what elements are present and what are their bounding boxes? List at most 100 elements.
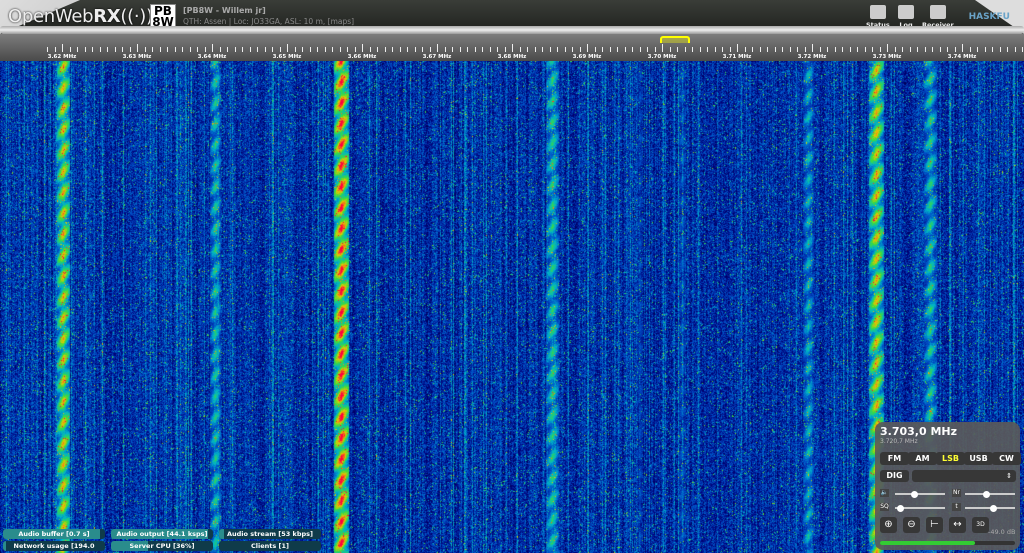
3d-view-icon[interactable]: 3D bbox=[972, 517, 989, 533]
zoom-in-icon[interactable]: ⊕ bbox=[880, 517, 897, 533]
slider-knob[interactable] bbox=[983, 490, 990, 498]
mode-lsb-button[interactable]: LSB bbox=[936, 452, 965, 465]
digital-mode-select[interactable]: ⇕ bbox=[912, 470, 1016, 482]
scale-tick bbox=[992, 47, 993, 52]
logo-text: OpenWeb bbox=[8, 6, 94, 27]
scale-tick bbox=[489, 47, 491, 52]
scale-tick bbox=[54, 47, 56, 52]
scale-tick bbox=[69, 47, 71, 52]
scale-tick bbox=[707, 47, 708, 52]
scale-tick bbox=[722, 47, 723, 52]
waterfall-scroll-slider[interactable] bbox=[0, 26, 1024, 34]
scale-tick bbox=[362, 44, 363, 52]
waterfall-display[interactable] bbox=[0, 61, 1024, 553]
zoom-to-band-icon[interactable]: ⊢ bbox=[926, 517, 943, 533]
scale-label: 3.73 MHz bbox=[872, 54, 902, 60]
scale-tick bbox=[617, 47, 618, 52]
scale-tick bbox=[384, 47, 386, 52]
scale-tick bbox=[369, 47, 371, 52]
scale-tick bbox=[947, 47, 948, 52]
scale-tick bbox=[212, 44, 213, 52]
scale-tick bbox=[377, 47, 378, 52]
slider-knob[interactable] bbox=[897, 504, 905, 512]
scale-tick bbox=[819, 47, 821, 52]
scale-tick bbox=[279, 47, 281, 52]
scale-label: 3.70 MHz bbox=[647, 54, 677, 60]
slider-knob[interactable] bbox=[989, 504, 997, 512]
scale-tick bbox=[932, 47, 933, 52]
scale-tick bbox=[804, 47, 806, 52]
volume-slider[interactable] bbox=[895, 490, 945, 498]
scale-tick bbox=[182, 47, 183, 52]
scale-tick bbox=[144, 47, 146, 52]
mode-am-button[interactable]: AM bbox=[908, 452, 937, 465]
status-bar-fill bbox=[219, 529, 225, 539]
scale-tick bbox=[392, 47, 393, 52]
passband-marker[interactable] bbox=[660, 36, 690, 43]
scale-label: 3.69 MHz bbox=[572, 54, 602, 60]
scale-tick bbox=[587, 44, 588, 52]
scale-tick bbox=[1022, 47, 1023, 52]
scale-tick bbox=[729, 47, 731, 52]
squelch-slider[interactable] bbox=[895, 504, 945, 512]
scale-label: 3.67 MHz bbox=[422, 54, 452, 60]
scale-tick bbox=[429, 47, 431, 52]
receiver-description: QTH: Assen | Loc: JO33GA, ASL: 10 m, [ma… bbox=[183, 17, 355, 26]
scale-tick bbox=[452, 47, 453, 52]
scale-tick bbox=[647, 47, 648, 52]
squelch-icon: SQ bbox=[880, 503, 889, 511]
scale-label: 3.65 MHz bbox=[272, 54, 302, 60]
scale-tick bbox=[999, 47, 1001, 52]
scale-tick bbox=[632, 47, 633, 52]
scale-tick bbox=[512, 44, 513, 52]
scale-tick bbox=[84, 47, 86, 52]
scale-tick bbox=[302, 47, 303, 52]
scale-tick bbox=[842, 47, 843, 52]
center-frequency: 3.720,7 MHz bbox=[880, 438, 918, 445]
scale-label: 3.74 MHz bbox=[947, 54, 977, 60]
scale-tick bbox=[984, 47, 986, 52]
zoom-to-passband-icon[interactable]: ↔ bbox=[949, 517, 966, 533]
waterfall-level-slider[interactable] bbox=[965, 504, 1015, 512]
scale-tick bbox=[174, 47, 176, 52]
slider-knob[interactable] bbox=[910, 490, 918, 498]
status-bar-label: Network usage [194.0 kbps] bbox=[13, 542, 95, 550]
scale-tick bbox=[107, 47, 108, 52]
scale-tick bbox=[242, 47, 243, 52]
scale-tick bbox=[602, 47, 603, 52]
mode-fm-button[interactable]: FM bbox=[880, 452, 909, 465]
scale-tick bbox=[782, 47, 783, 52]
mode-dig-button[interactable]: DIG bbox=[880, 470, 909, 482]
scale-tick bbox=[737, 44, 738, 52]
scale-tick bbox=[887, 44, 888, 52]
scale-tick bbox=[677, 47, 678, 52]
status-bar: Audio output [44.1 ksps] bbox=[111, 529, 213, 539]
scale-tick bbox=[654, 47, 656, 52]
scale-tick bbox=[257, 47, 258, 52]
scale-tick bbox=[527, 47, 528, 52]
mode-usb-button[interactable]: USB bbox=[964, 452, 993, 465]
scale-tick bbox=[159, 47, 161, 52]
openwebrx-logo[interactable]: OpenWebRX((·)) bbox=[8, 6, 153, 27]
scale-tick bbox=[197, 47, 198, 52]
receiver-panel: 3.703,0 MHz 3.720,7 MHz FM AM LSB USB CW DIG… bbox=[875, 422, 1021, 550]
scale-tick bbox=[234, 47, 236, 52]
frequency-scale[interactable]: 3.62 MHz 3.63 MHz 3.64 MHz 3.65 MHz 3.66 MHz… bbox=[0, 34, 1024, 61]
volume-icon: 🔈 bbox=[880, 489, 889, 497]
noise-reduction-slider[interactable] bbox=[965, 490, 1015, 498]
log-icon bbox=[898, 5, 914, 19]
mode-cw-button[interactable]: CW bbox=[992, 452, 1021, 465]
scale-tick bbox=[399, 47, 401, 52]
zoom-out-icon[interactable]: ⊖ bbox=[903, 517, 920, 533]
receiver-title: [PB8W - Willem jr] bbox=[183, 6, 266, 15]
scale-tick bbox=[99, 47, 101, 52]
scale-tick bbox=[954, 47, 956, 52]
scale-label: 3.72 MHz bbox=[797, 54, 827, 60]
scale-tick bbox=[797, 47, 798, 52]
scale-tick bbox=[287, 44, 288, 52]
scale-tick bbox=[339, 47, 341, 52]
scale-tick bbox=[474, 47, 476, 52]
scale-tick bbox=[609, 47, 611, 52]
scale-tick bbox=[204, 47, 206, 52]
tuned-frequency[interactable]: 3.703,0 MHz bbox=[880, 425, 957, 438]
